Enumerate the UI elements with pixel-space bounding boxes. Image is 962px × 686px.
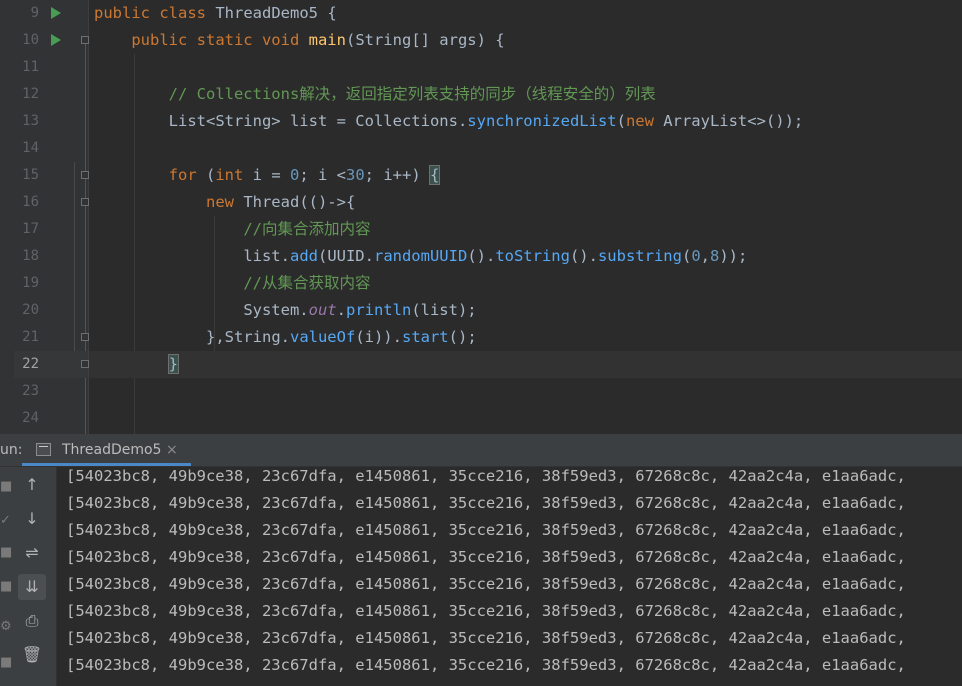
edge-icon[interactable]: ■ (0, 479, 12, 494)
code-text: } (167, 354, 180, 374)
run-icon[interactable] (51, 7, 61, 19)
soft-wrap-icon[interactable]: ⇌ (18, 540, 46, 566)
code-text: public static void main(String[] args) { (131, 31, 505, 49)
line-number: 14 (22, 140, 39, 156)
code-text: System.out.println(list); (243, 301, 477, 319)
code-text: },String.valueOf(i)).start(); (205, 328, 477, 346)
run-icon[interactable] (51, 34, 61, 46)
fold-icon[interactable] (81, 333, 89, 341)
line-number: 17 (22, 221, 39, 237)
code-text: list.add(UUID.randomUUID().toString().su… (243, 247, 748, 265)
line-number: 10 (22, 32, 39, 48)
output-line: [54023bc8, 49b9ce38, 23c67dfa, e1450861,… (66, 548, 906, 566)
code-line[interactable]: 13 List<String> list = Collections.synch… (0, 108, 962, 135)
code-line[interactable]: 12 // Collections解决，返回指定列表支持的同步（线程安全的）列表 (0, 81, 962, 108)
line-number: 11 (22, 59, 39, 75)
run-tab-bar: un: ThreadDemo5 × (0, 434, 962, 467)
console-output[interactable]: [54023bc8, 49b9ce38, 23c67dfa, e1450861,… (66, 467, 962, 686)
scroll-to-end-icon[interactable]: ⇊ (18, 574, 46, 600)
code-text: for (int i = 0; i <30; i++) { (168, 165, 441, 185)
line-number: 19 (22, 275, 39, 291)
line-number: 23 (22, 383, 39, 399)
line-number: 12 (22, 86, 39, 102)
code-line[interactable]: 10 public static void main(String[] args… (0, 27, 962, 54)
toolbar-separator (56, 467, 57, 686)
up-arrow-icon[interactable]: ↑ (18, 472, 46, 498)
fold-icon[interactable] (81, 36, 89, 44)
down-arrow-icon[interactable]: ↓ (18, 506, 46, 532)
code-text: public class ThreadDemo5 { (94, 4, 337, 22)
code-line[interactable]: 9 public class ThreadDemo5 { (0, 0, 962, 27)
code-line[interactable]: 20 System.out.println(list); (0, 297, 962, 324)
print-icon[interactable]: ⎙ (18, 608, 46, 634)
fold-icon[interactable] (81, 360, 89, 368)
tab-threaddemo5[interactable]: ThreadDemo5 × (22, 434, 191, 466)
code-editor[interactable]: 9 public class ThreadDemo5 { 10 public sta… (0, 0, 962, 434)
current-line-highlight (89, 351, 962, 378)
code-line[interactable]: 23 (0, 378, 962, 405)
fold-icon[interactable] (81, 171, 89, 179)
code-line[interactable]: 24 (0, 405, 962, 432)
code-line[interactable]: 17 //向集合添加内容 (0, 216, 962, 243)
active-tab-indicator (22, 463, 191, 466)
code-line[interactable]: 22 } (0, 351, 962, 378)
output-line: [54023bc8, 49b9ce38, 23c67dfa, e1450861,… (66, 602, 906, 620)
code-text: new Thread(()->{ (205, 193, 356, 211)
code-text: // Collections解决，返回指定列表支持的同步（线程安全的）列表 (168, 85, 656, 103)
output-line: [54023bc8, 49b9ce38, 23c67dfa, e1450861,… (66, 521, 906, 539)
console-icon (36, 443, 51, 456)
fold-icon[interactable] (81, 198, 89, 206)
output-line: [54023bc8, 49b9ce38, 23c67dfa, e1450861,… (66, 575, 906, 593)
code-text: //从集合获取内容 (243, 274, 371, 292)
line-number: 20 (22, 302, 39, 318)
edge-icon[interactable]: ■ (0, 545, 12, 560)
trash-icon[interactable]: 🗑 (18, 642, 46, 668)
line-number: 16 (22, 194, 39, 210)
run-toolbar: ↑ ↓ ⇌ ⇊ ⎙ 🗑 ■ ✓ ■ ■ ⚙ ■ (0, 467, 56, 686)
output-line: [54023bc8, 49b9ce38, 23c67dfa, e1450861,… (66, 656, 906, 674)
line-number: 24 (22, 410, 39, 426)
edge-icon[interactable]: ✓ (0, 513, 11, 528)
code-line[interactable]: 19 //从集合获取内容 (0, 270, 962, 297)
output-line: [54023bc8, 49b9ce38, 23c67dfa, e1450861,… (66, 629, 906, 647)
code-line[interactable]: 16 new Thread(()->{ (0, 189, 962, 216)
line-number: 22 (22, 356, 39, 372)
code-line[interactable]: 15 for (int i = 0; i <30; i++) { (0, 162, 962, 189)
line-number: 9 (30, 5, 39, 21)
code-line[interactable]: 18 list.add(UUID.randomUUID().toString()… (0, 243, 962, 270)
output-line: [54023bc8, 49b9ce38, 23c67dfa, e1450861,… (66, 494, 906, 512)
code-text: //向集合添加内容 (243, 220, 371, 238)
code-line[interactable]: 11 (0, 54, 962, 81)
line-number: 18 (22, 248, 39, 264)
edge-icon[interactable]: ⚙ (0, 619, 12, 634)
code-text: List<String> list = Collections.synchron… (168, 112, 804, 130)
close-icon[interactable]: × (166, 434, 178, 466)
tab-title: ThreadDemo5 (62, 442, 162, 458)
code-line[interactable]: 14 (0, 135, 962, 162)
output-line: [54023bc8, 49b9ce38, 23c67dfa, e1450861,… (66, 467, 906, 485)
line-number: 13 (22, 113, 39, 129)
run-label: un: (0, 442, 23, 458)
line-number: 15 (22, 167, 39, 183)
line-number: 21 (22, 329, 39, 345)
run-panel: un: ThreadDemo5 × ↑ ↓ ⇌ ⇊ ⎙ 🗑 ■ ✓ ■ ■ ⚙ ■ [54… (0, 434, 962, 686)
edge-icon[interactable]: ■ (0, 579, 12, 594)
edge-icon[interactable]: ■ (0, 655, 12, 670)
code-line[interactable]: 21 },String.valueOf(i)).start(); (0, 324, 962, 351)
